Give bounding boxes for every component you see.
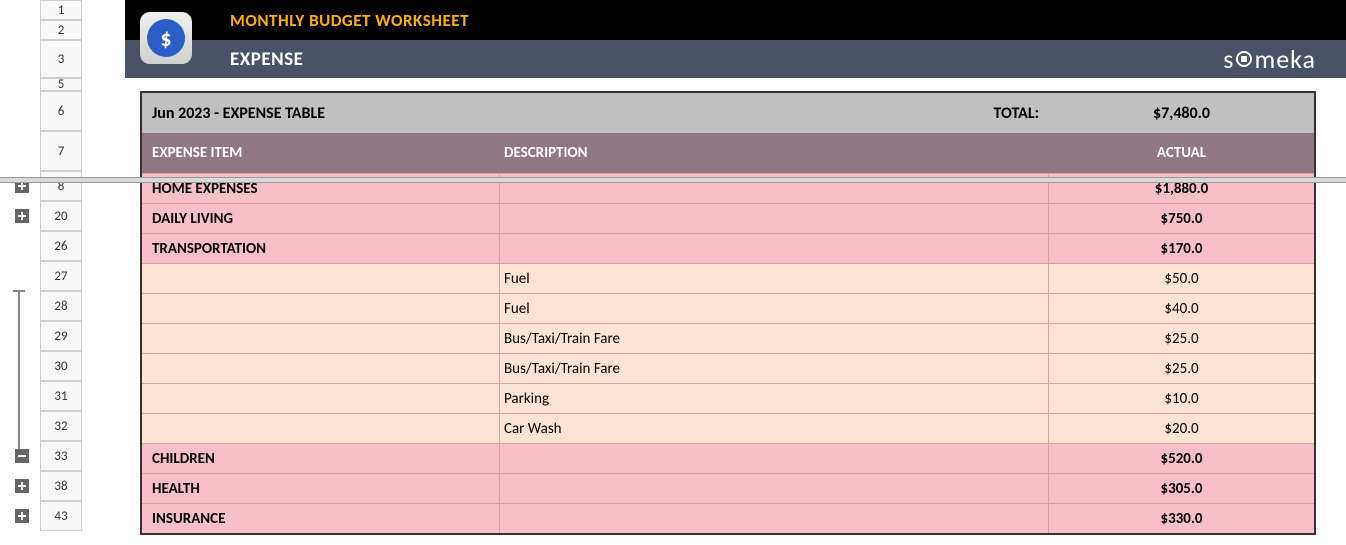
cell-description[interactable] [500, 203, 1049, 233]
row-number[interactable]: 26 [40, 231, 82, 261]
expense-table: Jun 2023 - EXPENSE TABLE TOTAL: $7,480.0… [140, 91, 1316, 535]
cell-expense-item[interactable] [142, 323, 500, 353]
header-grey-bar: EXPENSE smeka [125, 40, 1346, 78]
outline-expand-button[interactable] [15, 209, 29, 223]
row-number[interactable]: 27 [40, 261, 82, 291]
row-number[interactable]: 7 [40, 131, 82, 171]
cell-expense-item[interactable] [142, 383, 500, 413]
cell-actual[interactable]: $750.0 [1049, 203, 1314, 233]
total-label: TOTAL: [500, 93, 1049, 133]
row-number[interactable]: 32 [40, 411, 82, 441]
expense-item-row[interactable]: Bus/Taxi/Train Fare$25.0 [142, 323, 1314, 353]
row-number[interactable]: 38 [40, 471, 82, 501]
table-body: HOME EXPENSES$1,880.0DAILY LIVING$750.0T… [142, 173, 1314, 533]
cell-actual[interactable]: $25.0 [1049, 323, 1314, 353]
header-black-bar: MONTHLY BUDGET WORKSHEET [125, 0, 1346, 40]
dollar-icon-inner: $ [147, 19, 185, 57]
cell-actual[interactable]: $520.0 [1049, 443, 1314, 473]
table-header-row: EXPENSE ITEM DESCRIPTION ACTUAL [142, 133, 1314, 173]
cell-expense-item[interactable]: CHILDREN [142, 443, 500, 473]
row-number[interactable]: 29 [40, 321, 82, 351]
cell-description[interactable] [500, 503, 1049, 533]
cell-expense-item[interactable] [142, 293, 500, 323]
worksheet-subtitle: EXPENSE [230, 48, 303, 71]
cell-expense-item[interactable] [142, 353, 500, 383]
cell-description[interactable]: Bus/Taxi/Train Fare [500, 353, 1049, 383]
cell-actual[interactable]: $25.0 [1049, 353, 1314, 383]
row-number[interactable]: 43 [40, 501, 82, 531]
row-number[interactable]: 31 [40, 381, 82, 411]
row-number[interactable]: 2 [40, 20, 82, 40]
category-row[interactable]: DAILY LIVING $750.0 [142, 203, 1314, 233]
cell-description[interactable]: Parking [500, 383, 1049, 413]
col-actual: ACTUAL [1049, 133, 1314, 173]
cell-description[interactable] [500, 473, 1049, 503]
col-expense-item: EXPENSE ITEM [142, 133, 500, 173]
horizontal-split-bar[interactable] [0, 177, 1346, 183]
row-numbers-gutter: 12356782026272829303132333843 [40, 0, 82, 531]
cell-expense-item[interactable]: TRANSPORTATION [142, 233, 500, 263]
expense-item-row[interactable]: Bus/Taxi/Train Fare$25.0 [142, 353, 1314, 383]
cell-actual[interactable]: $305.0 [1049, 473, 1314, 503]
cell-actual[interactable]: $40.0 [1049, 293, 1314, 323]
cell-expense-item[interactable]: DAILY LIVING [142, 203, 500, 233]
cell-actual[interactable]: $170.0 [1049, 233, 1314, 263]
cell-description[interactable]: Bus/Taxi/Train Fare [500, 323, 1049, 353]
cell-description[interactable]: Car Wash [500, 413, 1049, 443]
row-number[interactable]: 20 [40, 201, 82, 231]
summary-label: Jun 2023 - EXPENSE TABLE [142, 93, 500, 133]
row-number[interactable]: 30 [40, 351, 82, 381]
outline-expand-button[interactable] [15, 479, 29, 493]
cell-description[interactable] [500, 443, 1049, 473]
cell-expense-item[interactable]: HEALTH [142, 473, 500, 503]
logo-dot-icon [1236, 51, 1252, 67]
cell-expense-item[interactable]: INSURANCE [142, 503, 500, 533]
outline-collapse-button[interactable] [15, 449, 29, 463]
dollar-icon: $ [140, 12, 192, 64]
row-number[interactable]: 5 [40, 78, 82, 91]
expense-item-row[interactable]: Car Wash$20.0 [142, 413, 1314, 443]
col-description: DESCRIPTION [500, 133, 1049, 173]
cell-expense-item[interactable] [142, 263, 500, 293]
logo-text-post: meka [1254, 43, 1316, 75]
someka-logo: smeka [1223, 43, 1316, 75]
expense-item-row[interactable]: Parking$10.0 [142, 383, 1314, 413]
row-number[interactable]: 6 [40, 91, 82, 131]
worksheet-title: MONTHLY BUDGET WORKSHEET [230, 10, 469, 31]
cell-description[interactable] [500, 233, 1049, 263]
cell-expense-item[interactable] [142, 413, 500, 443]
row-number[interactable]: 1 [40, 0, 82, 20]
category-row[interactable]: CHILDREN $520.0 [142, 443, 1314, 473]
row-number[interactable]: 3 [40, 40, 82, 78]
expense-item-row[interactable]: Fuel$50.0 [142, 263, 1314, 293]
category-row[interactable]: TRANSPORTATION $170.0 [142, 233, 1314, 263]
table-total-row[interactable]: Jun 2023 - EXPENSE TABLE TOTAL: $7,480.0 [142, 93, 1314, 133]
cell-description[interactable]: Fuel [500, 263, 1049, 293]
cell-actual[interactable]: $330.0 [1049, 503, 1314, 533]
outline-expand-button[interactable] [15, 509, 29, 523]
category-row[interactable]: HEALTH $305.0 [142, 473, 1314, 503]
cell-actual[interactable]: $20.0 [1049, 413, 1314, 443]
worksheet-area: $ MONTHLY BUDGET WORKSHEET EXPENSE smeka… [85, 0, 1346, 545]
row-number[interactable]: 28 [40, 291, 82, 321]
row-number[interactable]: 33 [40, 441, 82, 471]
row-number[interactable]: 8 [40, 171, 82, 201]
cell-actual[interactable]: $10.0 [1049, 383, 1314, 413]
cell-description[interactable]: Fuel [500, 293, 1049, 323]
outline-bracket [18, 290, 20, 460]
logo-text-pre: s [1223, 43, 1234, 75]
category-row[interactable]: INSURANCE $330.0 [142, 503, 1314, 533]
total-value: $7,480.0 [1049, 93, 1314, 133]
expense-item-row[interactable]: Fuel$40.0 [142, 293, 1314, 323]
cell-actual[interactable]: $50.0 [1049, 263, 1314, 293]
